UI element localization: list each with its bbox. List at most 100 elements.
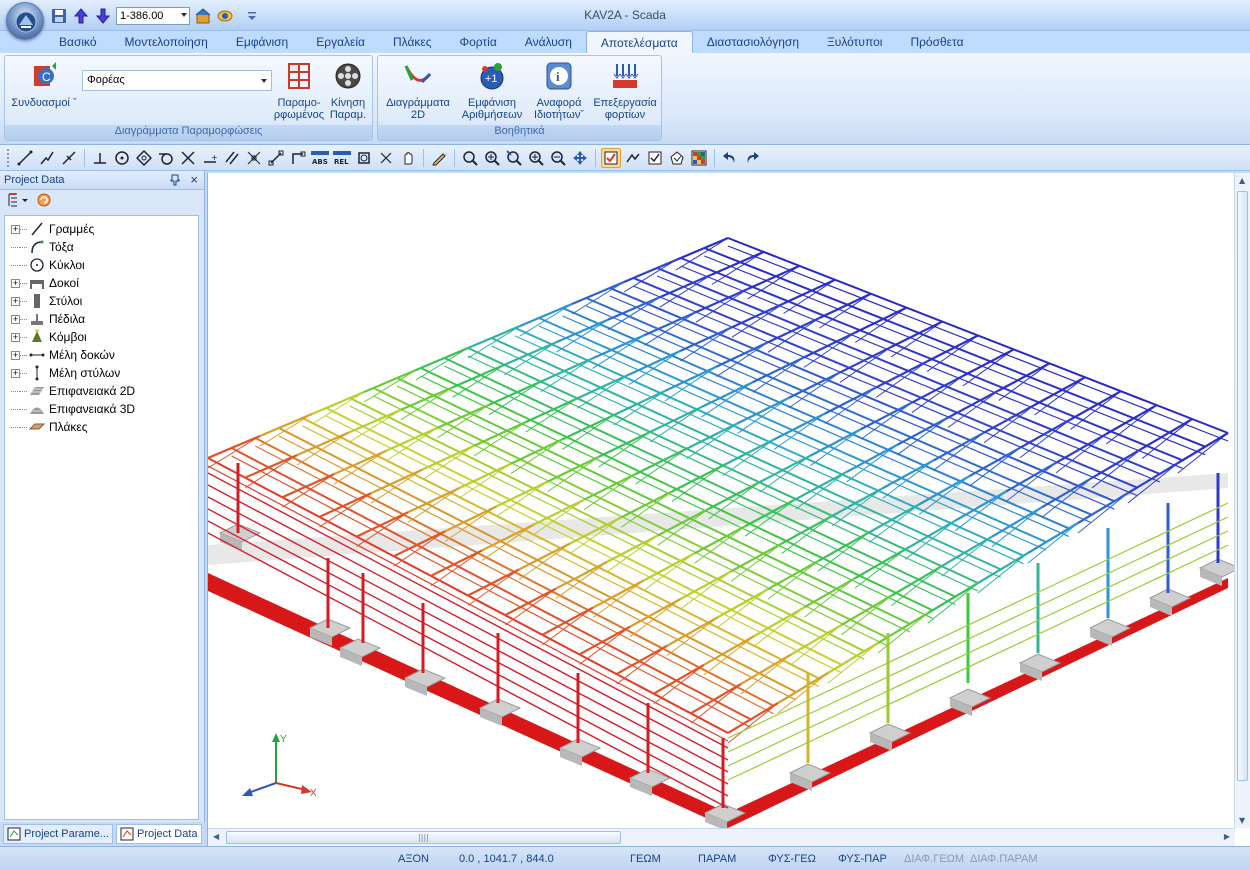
undo-icon[interactable] bbox=[720, 148, 740, 168]
expand-icon[interactable]: + bbox=[11, 224, 20, 234]
line-perpendicular-icon[interactable] bbox=[59, 148, 79, 168]
horizontal-scroll-thumb[interactable]: |||| bbox=[226, 831, 621, 844]
snap-endpoint-icon[interactable] bbox=[266, 148, 286, 168]
application-menu-button[interactable] bbox=[6, 2, 44, 40]
tree-item[interactable]: + Πέδιλα bbox=[5, 310, 198, 328]
tab-project-data[interactable]: Project Data bbox=[115, 824, 202, 844]
status-geom[interactable]: ΓΕΩΜ bbox=[630, 853, 661, 865]
diagrams-2d-button[interactable]: Διαγράμματα 2D bbox=[382, 60, 454, 121]
deformed-button[interactable]: Παραμο- ρφωμένος bbox=[271, 60, 327, 121]
pan-view-icon[interactable] bbox=[570, 148, 590, 168]
tree-item[interactable]: Τόξα bbox=[5, 238, 198, 256]
tab-view[interactable]: Εμφάνιση bbox=[222, 31, 302, 53]
select-window-icon[interactable] bbox=[645, 148, 665, 168]
pencil-icon[interactable] bbox=[429, 148, 449, 168]
rel-coords-icon[interactable]: REL bbox=[332, 148, 352, 168]
node-icon bbox=[32, 329, 42, 342]
model-viewport[interactable]: Y X ▲ ▼ ◀ |||| ▶ bbox=[207, 173, 1250, 846]
snap-midpoint-icon[interactable] bbox=[244, 148, 264, 168]
tree-view-icon[interactable] bbox=[8, 192, 30, 211]
tree-item[interactable]: Επιφανειακά 2D bbox=[5, 382, 198, 400]
refresh-icon[interactable] bbox=[36, 192, 52, 211]
tree-item[interactable]: Επιφανειακά 3D bbox=[5, 400, 198, 418]
svg-text:C: C bbox=[42, 70, 51, 84]
snap-perpendicular-icon[interactable] bbox=[90, 148, 110, 168]
snap-box-icon[interactable] bbox=[354, 148, 374, 168]
edit-loads-button[interactable]: Επεξεργασία φορτίων bbox=[590, 60, 660, 121]
snap-tangent-icon[interactable] bbox=[156, 148, 176, 168]
tree-item[interactable]: + Γραμμές bbox=[5, 220, 198, 238]
snap-intersection-icon[interactable] bbox=[178, 148, 198, 168]
circle-icon bbox=[30, 258, 44, 272]
zoom-window-icon[interactable] bbox=[460, 148, 480, 168]
properties-report-button[interactable]: i Αναφορά Ιδιοτήτωνˇ bbox=[526, 60, 592, 121]
snap-nearest-icon[interactable]: + bbox=[200, 148, 220, 168]
tree-item[interactable]: + Μέλη δοκών bbox=[5, 346, 198, 364]
select-polyline-icon[interactable] bbox=[623, 148, 643, 168]
combinations-button[interactable]: C Συνδυασμοί ˇ bbox=[9, 60, 79, 109]
tab-loads[interactable]: Φορτία bbox=[446, 31, 511, 53]
tab-formwork[interactable]: Ξυλότυποι bbox=[813, 31, 896, 53]
tree-item[interactable]: + Μέλη στύλων bbox=[5, 364, 198, 382]
arc-icon bbox=[31, 240, 44, 254]
vertical-scroll-thumb[interactable] bbox=[1237, 191, 1248, 781]
status-diaf-geom[interactable]: ΔΙΑΦ.ΓΕΩΜ bbox=[904, 853, 964, 865]
select-checkbox-icon[interactable] bbox=[601, 147, 621, 168]
tree-item[interactable]: Κύκλοι bbox=[5, 256, 198, 274]
pin-icon[interactable] bbox=[170, 174, 180, 189]
snap-corner-icon[interactable] bbox=[288, 148, 308, 168]
tree-item-label: Μέλη στύλων bbox=[49, 366, 121, 380]
tree-item[interactable]: + Στύλοι bbox=[5, 292, 198, 310]
tree-item-label: Επιφανειακά 2D bbox=[49, 384, 136, 398]
zoom-extents-icon[interactable] bbox=[504, 148, 524, 168]
tab-slabs[interactable]: Πλάκες bbox=[379, 31, 446, 53]
structure-3d-model[interactable] bbox=[208, 173, 1235, 828]
vertical-scrollbar[interactable]: ▲ ▼ bbox=[1234, 173, 1250, 828]
status-diaf-param[interactable]: ΔΙΑΦ.ΠΑΡΑΜ bbox=[970, 853, 1038, 865]
structure-combo[interactable]: Φορέας bbox=[82, 70, 272, 91]
expand-icon[interactable]: + bbox=[11, 278, 20, 288]
zoom-plus-icon[interactable] bbox=[526, 148, 546, 168]
close-icon[interactable]: × bbox=[190, 172, 198, 187]
tab-design[interactable]: Διαστασιολόγηση bbox=[693, 31, 813, 53]
redo-icon[interactable] bbox=[742, 148, 762, 168]
snap-center-icon[interactable] bbox=[112, 148, 132, 168]
status-param[interactable]: ΠΑΡΑΜ bbox=[698, 853, 736, 865]
tab-modeling[interactable]: Μοντελοποίηση bbox=[111, 31, 222, 53]
draw-line-icon[interactable] bbox=[15, 148, 35, 168]
expand-icon[interactable]: + bbox=[11, 296, 20, 306]
expand-icon[interactable]: + bbox=[11, 350, 20, 360]
polyline-icon[interactable] bbox=[37, 148, 57, 168]
slab-icon bbox=[29, 423, 45, 430]
abs-coords-icon[interactable]: ABS bbox=[310, 148, 330, 168]
tab-project-parameters[interactable]: Project Parame... bbox=[3, 824, 113, 844]
show-numbering-button[interactable]: +1 Εμφάνιση Αριθμήσεων bbox=[456, 60, 528, 121]
tab-tools[interactable]: Εργαλεία bbox=[302, 31, 379, 53]
snap-quadrant-icon[interactable] bbox=[134, 148, 154, 168]
color-grid-icon[interactable] bbox=[689, 148, 709, 168]
pan-hand-icon[interactable] bbox=[398, 148, 418, 168]
zoom-out-icon[interactable] bbox=[548, 148, 568, 168]
tree-item[interactable]: + Κόμβοι bbox=[5, 328, 198, 346]
tree-item[interactable]: Πλάκες bbox=[5, 418, 198, 436]
select-polygon-icon[interactable] bbox=[667, 148, 687, 168]
status-fys-par[interactable]: ΦΥΣ-ΠΑΡ bbox=[838, 853, 887, 865]
zoom-in-icon[interactable] bbox=[482, 148, 502, 168]
tab-addons[interactable]: Πρόσθετα bbox=[896, 31, 977, 53]
group-label-auxiliary: Βοηθητικά bbox=[378, 125, 661, 140]
tree-item[interactable]: + Δοκοί bbox=[5, 274, 198, 292]
panel-title: Project Data bbox=[4, 174, 65, 186]
expand-icon[interactable]: + bbox=[11, 314, 20, 324]
tab-basic[interactable]: Βασικό bbox=[45, 31, 111, 53]
snap-parallel-icon[interactable] bbox=[222, 148, 242, 168]
expand-icon[interactable]: + bbox=[11, 332, 20, 342]
expand-icon[interactable]: + bbox=[11, 368, 20, 378]
tab-results[interactable]: Αποτελέσματα bbox=[585, 31, 693, 53]
tree-item-label: Κόμβοι bbox=[49, 330, 87, 344]
tab-analysis[interactable]: Ανάλυση bbox=[511, 31, 586, 53]
status-axis[interactable]: ΑΞΟΝ bbox=[398, 853, 429, 865]
animation-button[interactable]: Κίνηση Παραμ. bbox=[325, 60, 371, 121]
status-fys-geo[interactable]: ΦΥΣ-ΓΕΩ bbox=[768, 853, 816, 865]
snap-off-icon[interactable] bbox=[376, 148, 396, 168]
horizontal-scrollbar[interactable]: ◀ |||| ▶ bbox=[208, 828, 1235, 846]
